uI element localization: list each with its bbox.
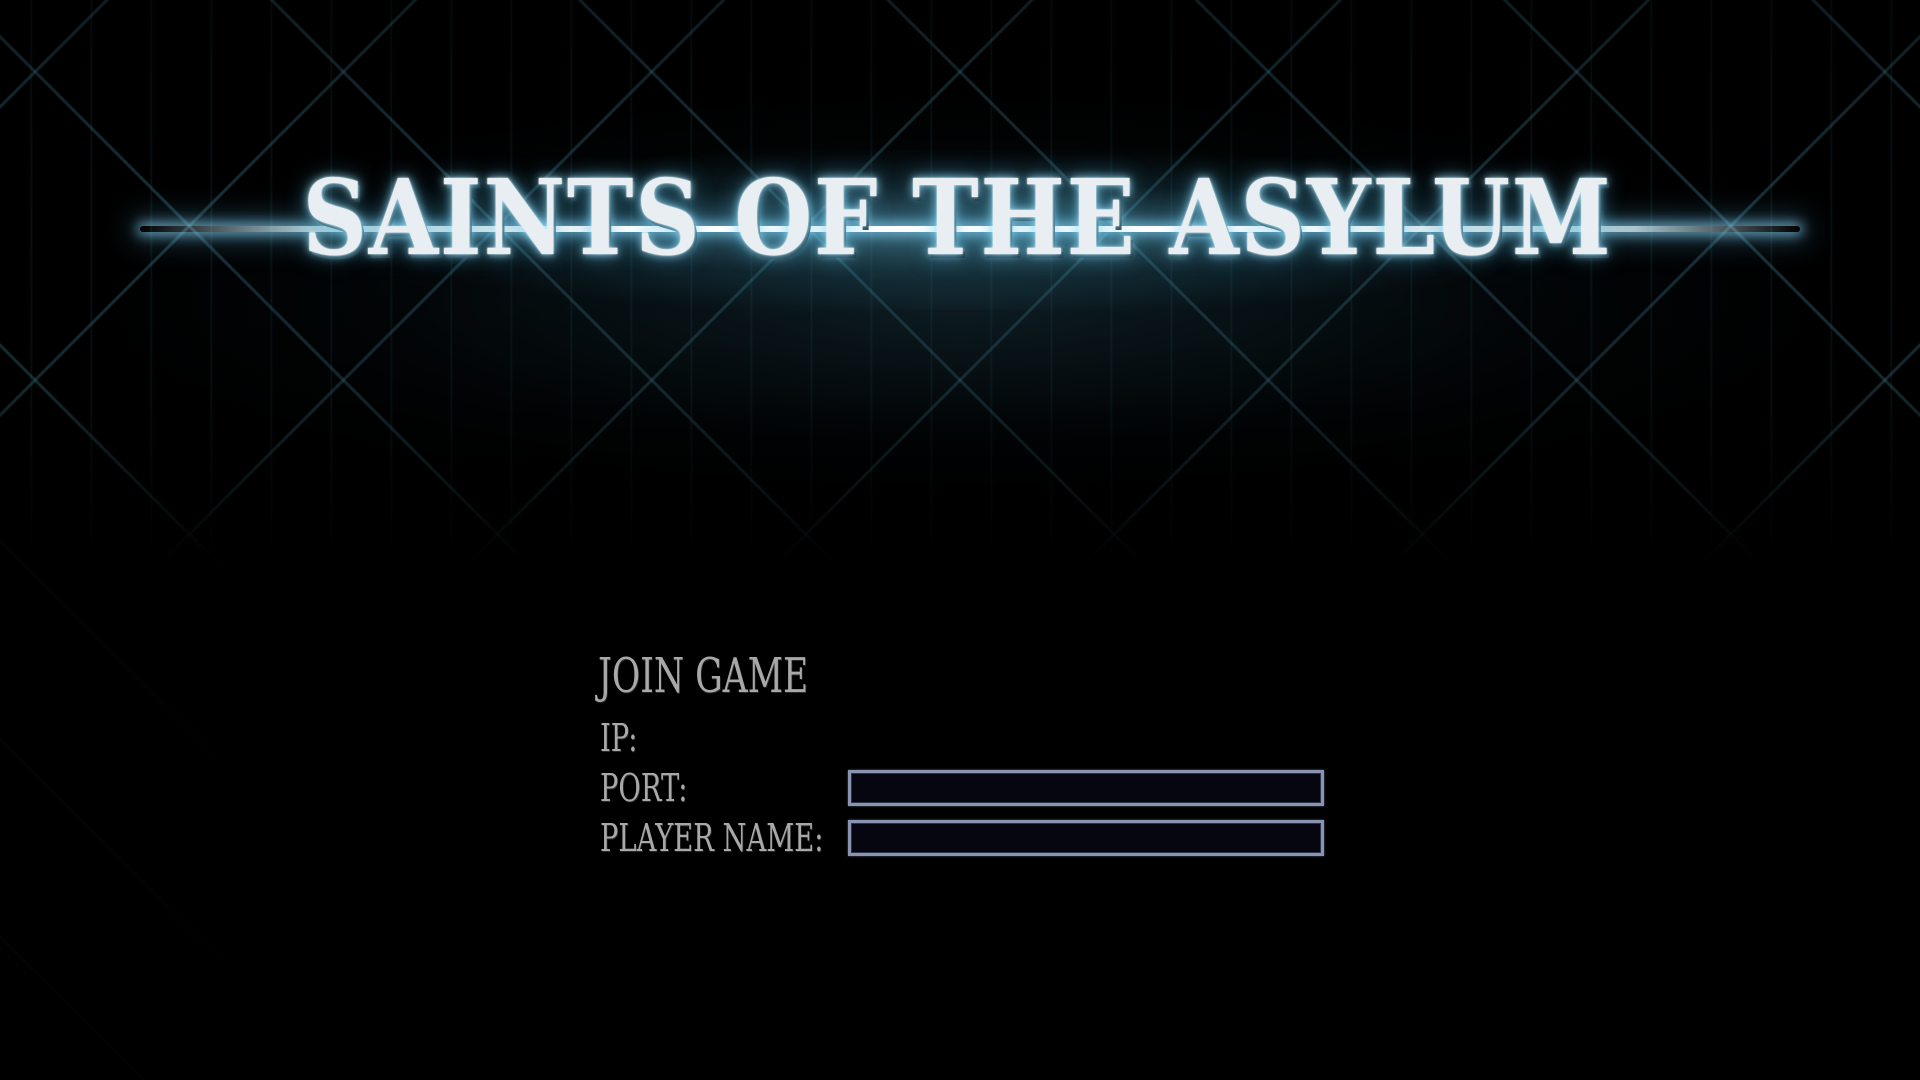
player-name-label: PLAYER NAME: (600, 816, 824, 860)
player-name-input[interactable] (848, 820, 1324, 856)
join-game-screen: SAINTS OF THE ASYLUM JOIN GAME IP: PORT:… (0, 0, 1920, 1080)
port-label: PORT: (600, 766, 688, 810)
port-input[interactable] (848, 770, 1324, 806)
join-game-form: JOIN GAME IP: PORT: PLAYER NAME: (598, 648, 1338, 888)
ip-label: IP: (600, 716, 638, 760)
join-game-heading: JOIN GAME (598, 648, 809, 704)
background-side-pattern (0, 500, 260, 1080)
game-title-logo: SAINTS OF THE ASYLUM (302, 156, 1613, 279)
